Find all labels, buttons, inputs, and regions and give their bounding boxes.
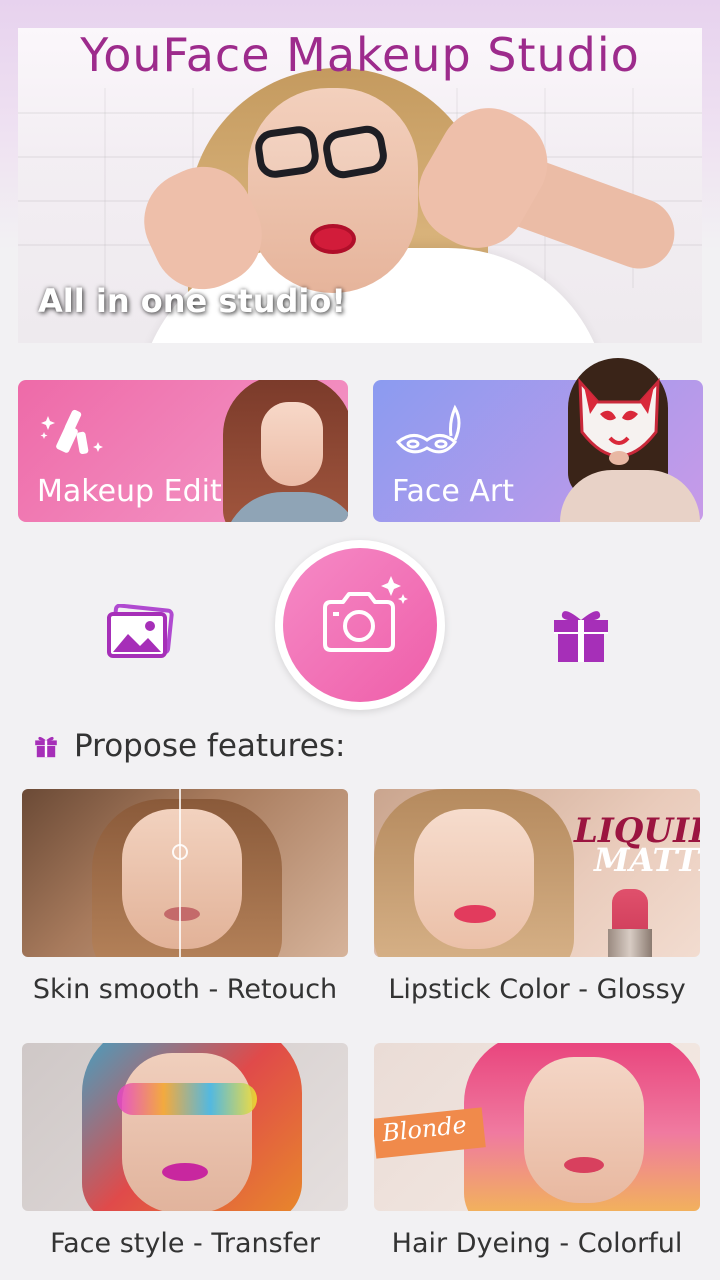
feature-hair-dyeing[interactable]: Blonde Hair Dyeing - Colorful (374, 1043, 700, 1259)
camera-button[interactable] (283, 548, 437, 702)
feature-skin-smooth[interactable]: Skin smooth - Retouch (22, 789, 348, 1005)
feature-face-style[interactable]: Face style - Transfer (22, 1043, 348, 1259)
makeup-model-face (261, 402, 323, 486)
camera-icon (323, 576, 408, 652)
before-after-handle (172, 844, 188, 860)
gallery-icon[interactable] (106, 604, 176, 664)
feature-caption: Lipstick Color - Glossy (388, 974, 686, 1005)
makeup-tools-icon (40, 409, 103, 455)
face-style-image (22, 1043, 348, 1211)
hero-face (248, 88, 418, 293)
feature-caption: Skin smooth - Retouch (32, 974, 338, 1005)
makeup-edit-card[interactable]: Makeup Edit (18, 380, 348, 522)
lipstick-base (608, 929, 652, 957)
fox-mask-image (578, 377, 660, 465)
gift-icon (35, 736, 57, 758)
mask-icon (395, 404, 461, 454)
face-art-label: Face Art (392, 474, 514, 509)
feature-lipstick-color[interactable]: LIQUID MATTE Lipstick Color - Glossy (374, 789, 700, 1005)
hero-mouth (310, 224, 356, 254)
feature-caption: Face style - Transfer (50, 1228, 320, 1259)
propose-features-header: Propose features: (32, 726, 345, 766)
hero-tagline: All in one studio! (38, 282, 346, 320)
app-title: YouFace Makeup Studio (80, 28, 640, 82)
gift-icon[interactable] (546, 604, 616, 664)
lipstick-color-image: LIQUID MATTE (374, 789, 700, 957)
matte-text: MATTE (594, 841, 700, 879)
hair-dyeing-image: Blonde (374, 1043, 700, 1211)
skin-smooth-image (22, 789, 348, 957)
propose-features-title: Propose features: (74, 728, 346, 764)
feature-caption: Hair Dyeing - Colorful (391, 1228, 683, 1259)
makeup-edit-label: Makeup Edit (37, 474, 222, 509)
before-after-divider (179, 789, 181, 957)
